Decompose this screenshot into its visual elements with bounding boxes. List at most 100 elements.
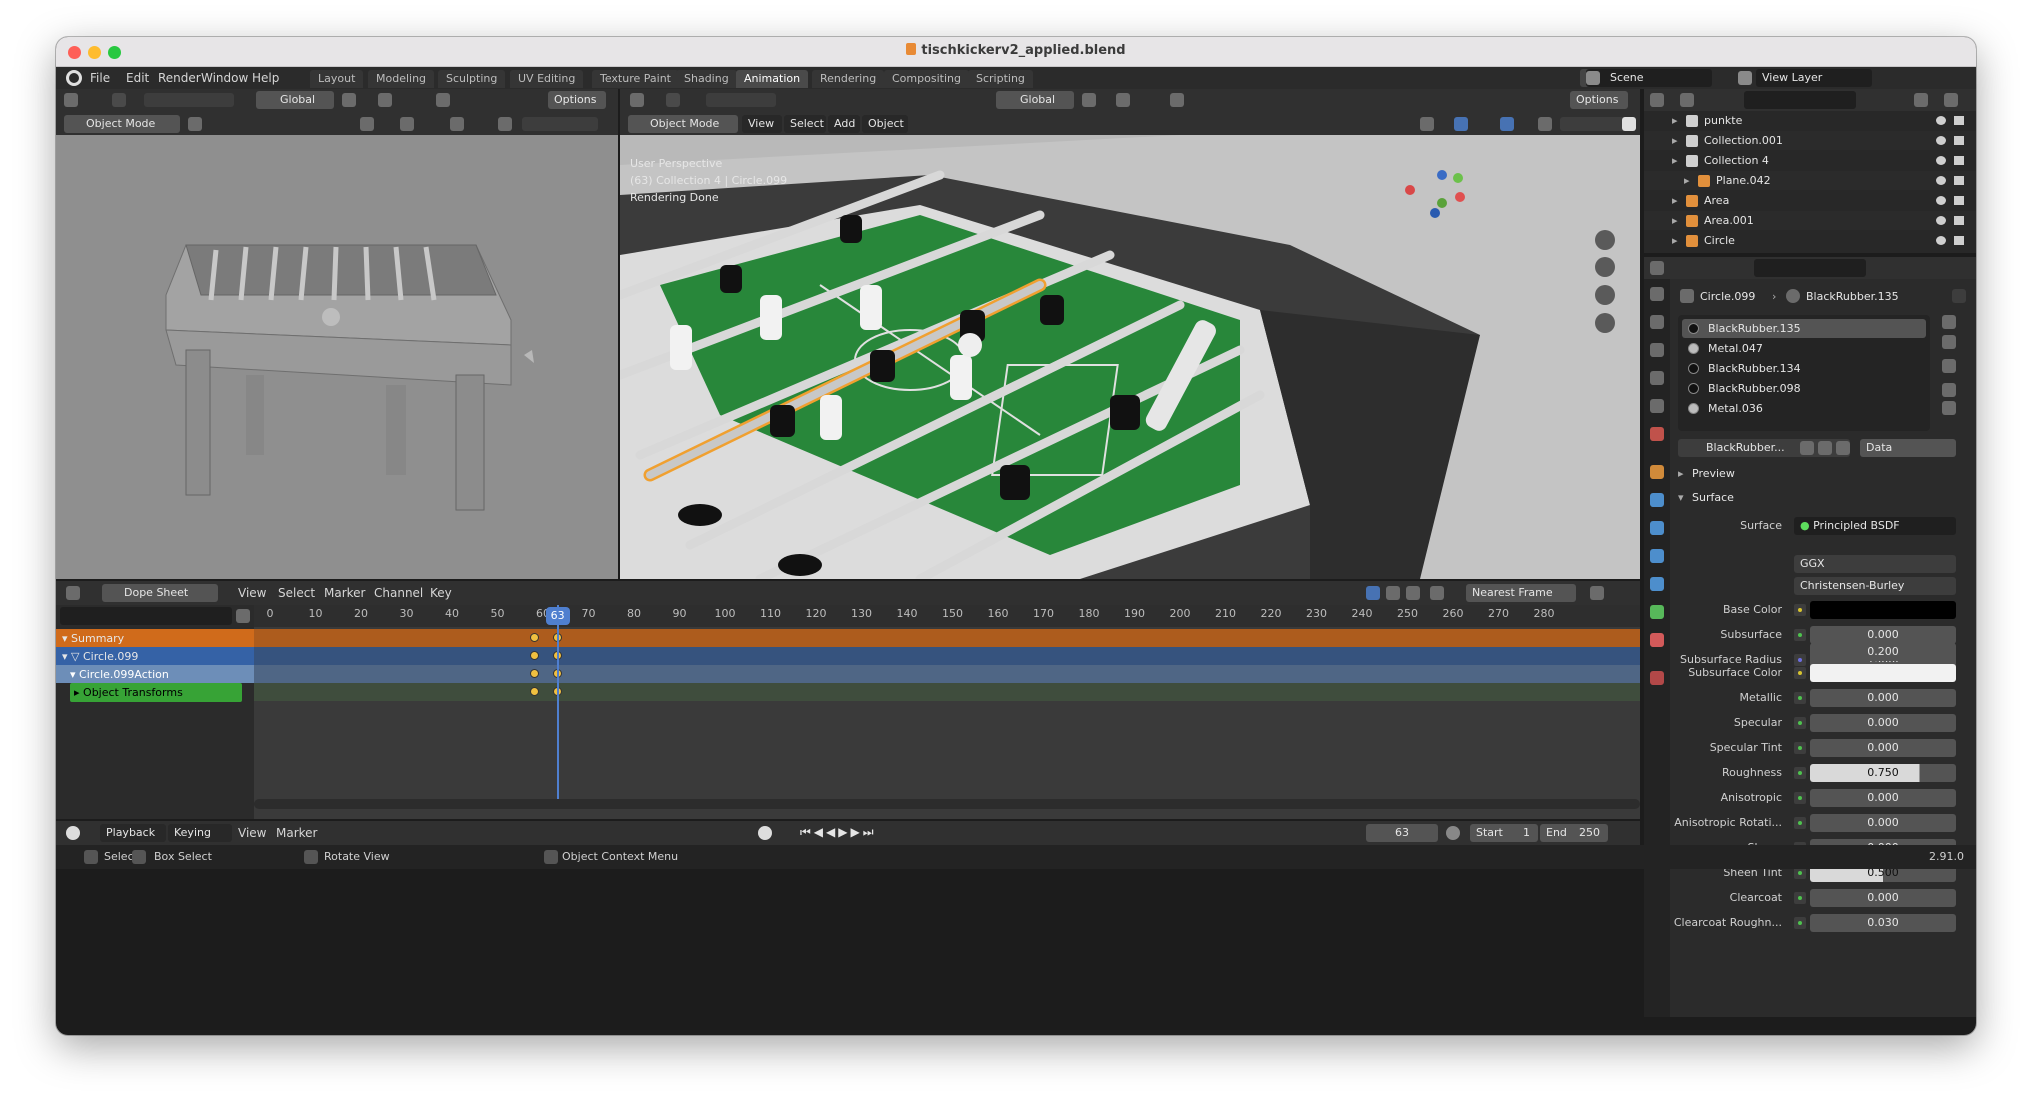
main-gizmo-icon[interactable]: [1454, 117, 1468, 131]
workspace-tab-shading[interactable]: Shading: [676, 70, 737, 88]
duplicate-material-icon[interactable]: [1818, 441, 1832, 455]
socket-icon[interactable]: [1794, 767, 1806, 779]
value-field[interactable]: 0.000: [1810, 689, 1956, 707]
main-select-tool-icon[interactable]: [666, 93, 680, 107]
show-hidden-icon[interactable]: [1386, 586, 1400, 600]
visibility-icon[interactable]: [360, 117, 374, 131]
playback-controls[interactable]: ⏮◀◀▶▶⏭: [800, 825, 877, 840]
keying-menu[interactable]: Keying: [168, 824, 232, 842]
outliner-row[interactable]: ▸ Collection.001: [1644, 131, 1976, 150]
camera-view-icon[interactable]: [1595, 285, 1615, 305]
proportional-edit-icon[interactable]: [436, 93, 450, 107]
keyframe-region[interactable]: 0 10 20 30 40 50 60 70 80 90 100 110 120 130 140 150 160…: [254, 605, 1640, 819]
camera-render-icon[interactable]: [1954, 156, 1964, 165]
display-mode-icon[interactable]: [1680, 93, 1694, 107]
left-object-mode-dropdown[interactable]: Object Mode: [64, 115, 180, 133]
main-object-mode-dropdown[interactable]: Object Mode: [628, 115, 738, 133]
main-overlay-icon[interactable]: [1500, 117, 1514, 131]
value-field[interactable]: 0.000: [1810, 789, 1956, 807]
dopesheet-editor-icon[interactable]: [66, 586, 80, 600]
select-mode-buttons[interactable]: [144, 93, 234, 107]
workspace-tab-layout[interactable]: Layout: [310, 70, 364, 88]
main-viewport[interactable]: User Perspective (63) Collection 4 | Cir…: [620, 135, 1640, 579]
dopesheet-menu-view[interactable]: View: [238, 586, 266, 600]
left-options-dropdown[interactable]: Options: [548, 91, 606, 109]
channel-search-input[interactable]: [60, 607, 232, 625]
viewport-menu-add[interactable]: Add: [828, 115, 860, 133]
value-field[interactable]: 0.000: [1810, 889, 1956, 907]
viewport-menu-view[interactable]: View: [742, 115, 782, 133]
unlink-material-icon[interactable]: [1836, 441, 1850, 455]
workspace-tab-animation[interactable]: Animation: [736, 70, 809, 88]
color-field[interactable]: [1810, 664, 1956, 682]
socket-icon[interactable]: [1794, 604, 1806, 616]
remove-slot-icon[interactable]: [1942, 335, 1956, 349]
only-selected-icon[interactable]: [1366, 586, 1380, 600]
orientation-dropdown[interactable]: Global: [256, 91, 334, 109]
shading-mode-buttons[interactable]: [522, 117, 598, 131]
swap-channels-icon[interactable]: [236, 609, 250, 623]
surface-collapse-icon[interactable]: ▾: [1678, 491, 1684, 504]
eye-icon[interactable]: [1936, 236, 1946, 245]
filter-icon[interactable]: [1914, 93, 1928, 107]
value-field[interactable]: 0.000: [1810, 739, 1956, 757]
socket-icon[interactable]: [1794, 654, 1806, 666]
channel-action[interactable]: ▾ Circle.099Action: [56, 665, 254, 684]
main-visibility-icon[interactable]: [1420, 117, 1434, 131]
outliner-row[interactable]: ▸ Area.001: [1644, 211, 1976, 230]
camera-render-icon[interactable]: [1954, 136, 1964, 145]
workspace-tab-sculpting[interactable]: Sculpting: [438, 70, 506, 88]
constraints-tab-icon[interactable]: [1650, 577, 1664, 591]
world-tab-icon[interactable]: [1650, 427, 1664, 441]
timeline-menu-marker[interactable]: Marker: [276, 826, 317, 840]
socket-icon[interactable]: [1794, 792, 1806, 804]
new-collection-icon[interactable]: [1944, 93, 1958, 107]
outliner-row[interactable]: ▸ Area: [1644, 191, 1976, 210]
outliner-editor-icon[interactable]: [1650, 93, 1664, 107]
socket-icon[interactable]: [1794, 629, 1806, 641]
add-slot-icon[interactable]: [1942, 315, 1956, 329]
eye-icon[interactable]: [1936, 136, 1946, 145]
timeline-menu-view[interactable]: View: [238, 826, 266, 840]
view-layer-selector[interactable]: View Layer: [1756, 69, 1872, 87]
workspace-tab-texture-paint[interactable]: Texture Paint: [592, 70, 679, 88]
overlay-icon[interactable]: [450, 117, 464, 131]
workspace-tab-rendering[interactable]: Rendering: [812, 70, 885, 88]
main-xray-icon[interactable]: [1538, 117, 1552, 131]
camera-render-icon[interactable]: [1954, 116, 1964, 125]
main-options-dropdown[interactable]: Options: [1570, 91, 1628, 109]
render-tab-icon[interactable]: [1650, 315, 1664, 329]
stopwatch-icon[interactable]: [1446, 826, 1460, 840]
main-orientation-dropdown[interactable]: Global: [996, 91, 1074, 109]
playhead-line[interactable]: [556, 605, 559, 799]
workspace-tab-uv-editing[interactable]: UV Editing: [510, 70, 584, 88]
subsurface-method-dropdown[interactable]: Christensen-Burley: [1794, 577, 1956, 595]
menu-help[interactable]: Help: [252, 71, 279, 85]
socket-icon[interactable]: [1794, 692, 1806, 704]
auto-keying-icon[interactable]: [758, 826, 772, 840]
dopesheet-menu-key[interactable]: Key: [430, 586, 452, 600]
outliner-row[interactable]: ▸ Plane.042: [1644, 171, 1976, 190]
value-field[interactable]: 0.030: [1810, 914, 1956, 932]
material-slot-item[interactable]: BlackRubber.134: [1682, 359, 1926, 378]
camera-render-icon[interactable]: [1954, 236, 1964, 245]
eye-icon[interactable]: [1936, 156, 1946, 165]
current-frame-field[interactable]: 63: [1366, 824, 1438, 842]
keyframe[interactable]: [529, 669, 539, 678]
material-slot-item[interactable]: BlackRubber.098: [1682, 379, 1926, 398]
main-proportional-icon[interactable]: [1170, 93, 1184, 107]
viewport-menu-object[interactable]: Object: [862, 115, 908, 133]
frame-ruler[interactable]: 0 10 20 30 40 50 60 70 80 90 100 110 120 130 140 150 160…: [254, 605, 1640, 627]
outliner-row[interactable]: ▸ punkte: [1644, 111, 1976, 130]
socket-icon[interactable]: [1794, 917, 1806, 929]
hamburger-menu-icon[interactable]: [188, 117, 202, 131]
gizmo-icon[interactable]: [400, 117, 414, 131]
select-tool-icon[interactable]: [112, 93, 126, 107]
keyframe[interactable]: [529, 651, 539, 660]
eye-icon[interactable]: [1936, 176, 1946, 185]
playback-menu[interactable]: Playback: [100, 824, 166, 842]
preview-expand-icon[interactable]: ▸: [1678, 467, 1684, 480]
material-slot-item[interactable]: Metal.036: [1682, 399, 1926, 418]
menu-edit[interactable]: Edit: [126, 71, 149, 85]
surface-shader-dropdown[interactable]: ● Principled BSDF: [1794, 517, 1956, 535]
